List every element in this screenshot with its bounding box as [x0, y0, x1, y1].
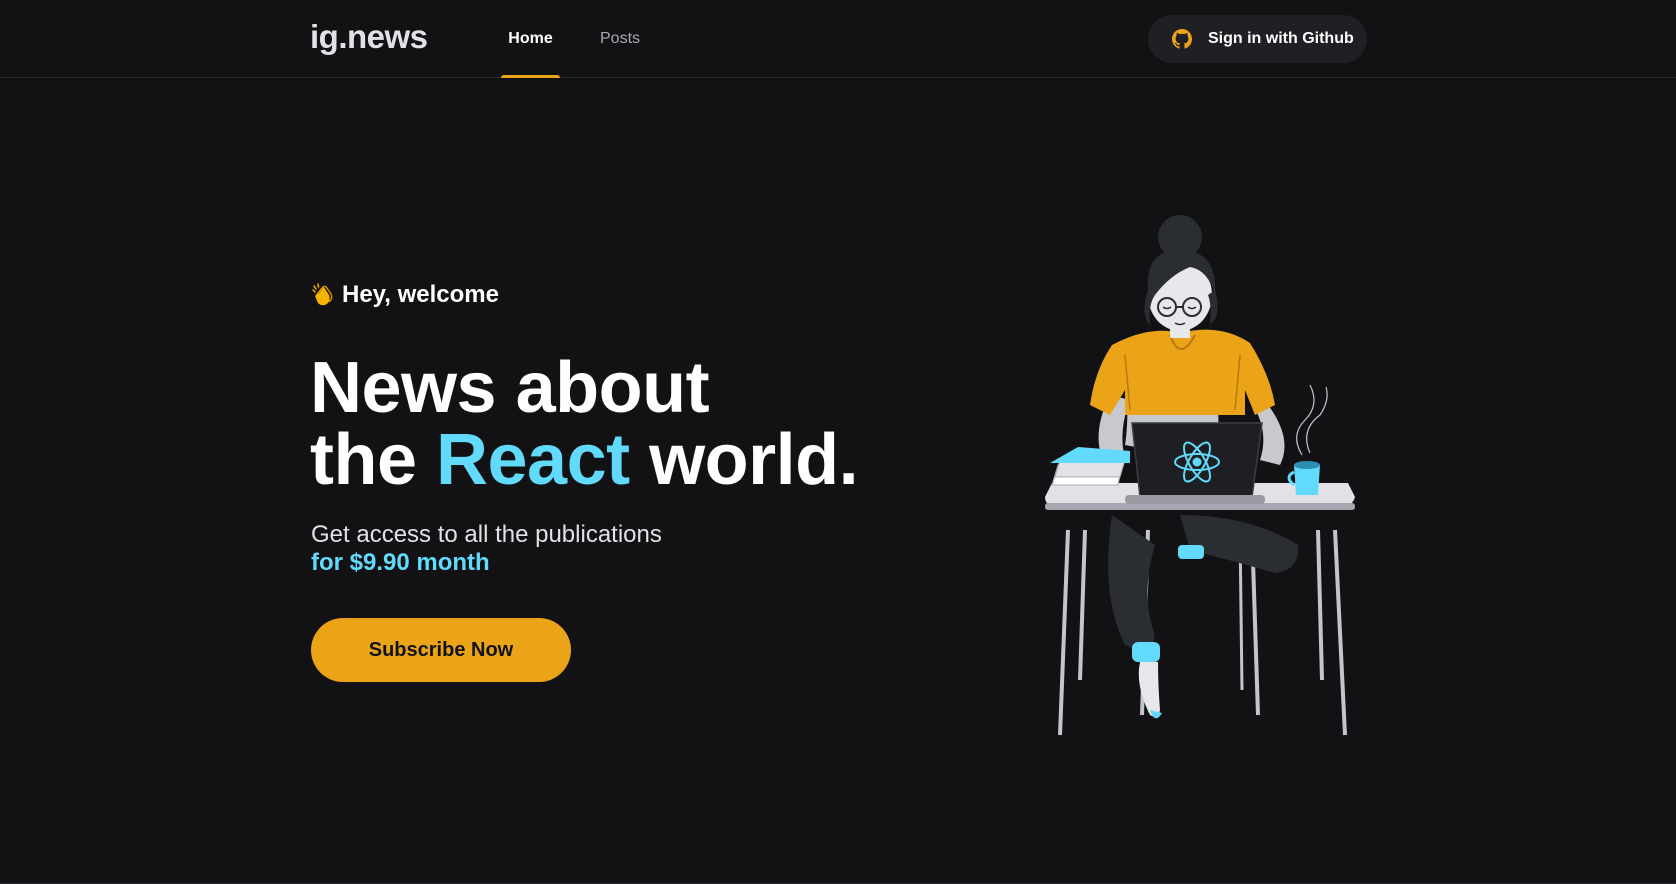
headline-the: the [310, 420, 417, 500]
headline-line1: News about [310, 348, 710, 428]
hero-subtext: Get access to all the publications [311, 521, 662, 548]
nav-home-link[interactable]: Home [501, 0, 560, 78]
sign-in-github-button[interactable]: Sign in with Github [1148, 15, 1367, 63]
sign-in-label: Sign in with Github [1208, 30, 1354, 47]
github-icon [1172, 29, 1192, 49]
greeting-text: Hey, welcome [342, 281, 499, 308]
logo[interactable]: ig.news [310, 18, 428, 56]
headline-end: world. [649, 420, 859, 500]
clapping-hands-icon [310, 282, 336, 308]
hero-headline: News about the React world. [310, 352, 859, 496]
woman-coding-illustration [1030, 215, 1370, 745]
subscribe-now-button[interactable]: Subscribe Now [311, 618, 571, 682]
active-nav-indicator [501, 75, 560, 78]
welcome-greeting: Hey, welcome [310, 281, 499, 309]
headline-react-highlight: React [436, 420, 630, 500]
site-header: ig.news Home Posts Sign in with Github [0, 0, 1676, 78]
nav-posts-link[interactable]: Posts [600, 0, 640, 78]
price-text: for $9.90 month [311, 549, 490, 576]
page: ig.news Home Posts Sign in with Github H… [0, 0, 1676, 884]
